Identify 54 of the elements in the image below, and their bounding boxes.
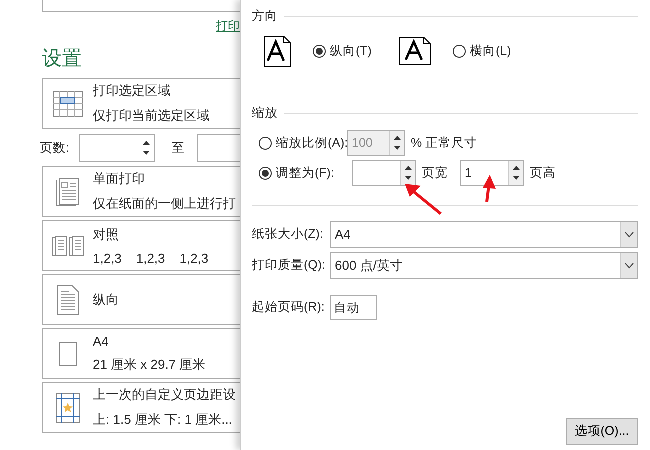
radio-button[interactable] xyxy=(453,44,466,58)
annotation-arrow xyxy=(405,184,442,216)
field-label: 起始页码(R): xyxy=(252,299,326,316)
radio-button[interactable] xyxy=(259,166,272,180)
section-heading: 设置 xyxy=(42,47,83,72)
option-description: 21 厘米 x 29.7 厘米 xyxy=(93,356,206,374)
to-label: 至 xyxy=(172,140,185,156)
option-card[interactable]: 纵向 xyxy=(42,274,240,325)
first-page-field[interactable]: 自动 xyxy=(330,295,377,320)
annotation-arrow xyxy=(483,175,496,202)
options-button[interactable]: 选项(O)... xyxy=(566,418,638,445)
scale-suffix: % 正常尺寸 xyxy=(411,134,478,152)
option-title: 上一次的自定义页边距设 xyxy=(93,386,236,404)
margins-page-icon xyxy=(56,392,80,422)
portrait-a-icon xyxy=(264,36,291,66)
stacked-pages-icon xyxy=(52,234,84,256)
pages-label: 页数: xyxy=(40,140,70,156)
printer-properties-link[interactable]: 打印 xyxy=(216,18,240,35)
option-description: 上: 1.5 厘米 下: 1 厘米... xyxy=(93,411,234,429)
pages-tall-label: 页高 xyxy=(530,164,556,182)
page-from-field[interactable] xyxy=(79,134,155,162)
option-title: 打印选定区域 xyxy=(93,82,172,100)
landscape-a-icon xyxy=(399,37,431,65)
option-card[interactable]: 对照 1,2,3 1,2,3 1,2,3 xyxy=(42,220,240,271)
field-label: 打印质量(Q): xyxy=(252,257,327,274)
radio-button[interactable] xyxy=(313,44,326,58)
chevron-down-icon xyxy=(624,232,634,238)
option-title: 单面打印 xyxy=(93,170,146,188)
pages-wide-label: 页宽 xyxy=(422,164,448,182)
chevron-down-icon xyxy=(624,262,634,268)
print-quality-dropdown[interactable]: 600 点/英寸 xyxy=(330,252,638,279)
radio-label[interactable]: 调整为(F): xyxy=(276,164,334,182)
option-description: 仅在纸面的一侧上进行打 xyxy=(93,195,236,213)
option-description: 仅打印当前选定区域 xyxy=(93,107,210,125)
portrait-page-icon xyxy=(57,284,79,314)
option-title: A4 xyxy=(93,334,110,348)
section-title: 方向 xyxy=(252,8,278,25)
option-title: 纵向 xyxy=(93,290,119,308)
option-card[interactable]: 打印选定区域 仅打印当前选定区域 xyxy=(42,78,240,129)
radio-label[interactable]: 横向(L) xyxy=(470,42,512,60)
option-card[interactable]: 单面打印 仅在纸面的一侧上进行打 xyxy=(42,166,240,217)
document-icon xyxy=(56,176,80,206)
option-description: 1,2,3 1,2,3 1,2,3 xyxy=(93,250,209,266)
table-selection-icon xyxy=(53,90,83,116)
radio-label[interactable]: 纵向(T) xyxy=(330,42,372,60)
paper-size-dropdown[interactable]: A4 xyxy=(330,221,638,248)
option-card[interactable]: A4 21 厘米 x 29.7 厘米 xyxy=(42,328,240,379)
blank-page-icon xyxy=(59,342,77,366)
spinner-field[interactable] xyxy=(352,160,416,186)
option-card[interactable]: 上一次的自定义页边距设 上: 1.5 厘米 下: 1 厘米... xyxy=(42,382,240,433)
option-title: 对照 xyxy=(93,226,120,244)
section-title: 缩放 xyxy=(252,105,278,122)
spinner-field[interactable]: 1 xyxy=(460,160,524,186)
field-label: 纸张大小(Z): xyxy=(252,226,324,243)
